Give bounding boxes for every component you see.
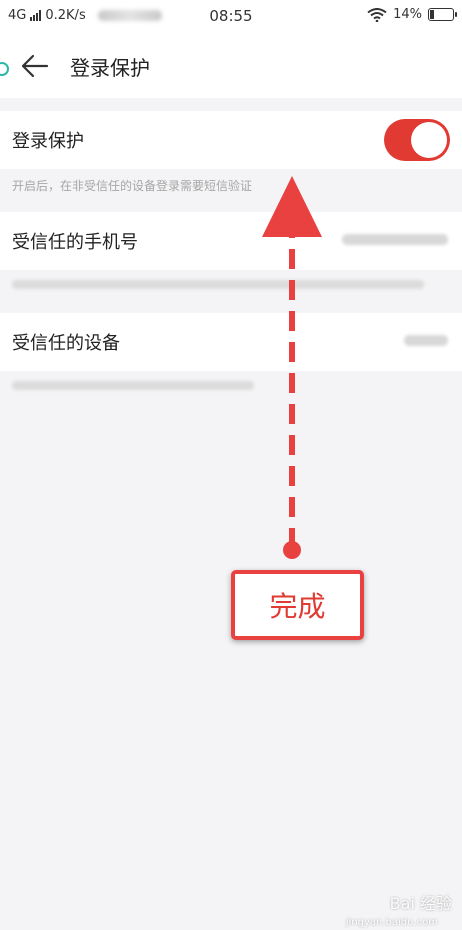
annotation-callout: 完成 [231, 570, 364, 640]
annotation-arrow-dot [283, 541, 301, 559]
watermark-url: jingyan.baidu.com [345, 917, 438, 928]
annotation-arrow-head [262, 176, 322, 237]
annotation-text: 完成 [269, 590, 326, 623]
annotation-arrow [262, 176, 322, 559]
watermark-logo: Bai 经验 [389, 894, 452, 913]
